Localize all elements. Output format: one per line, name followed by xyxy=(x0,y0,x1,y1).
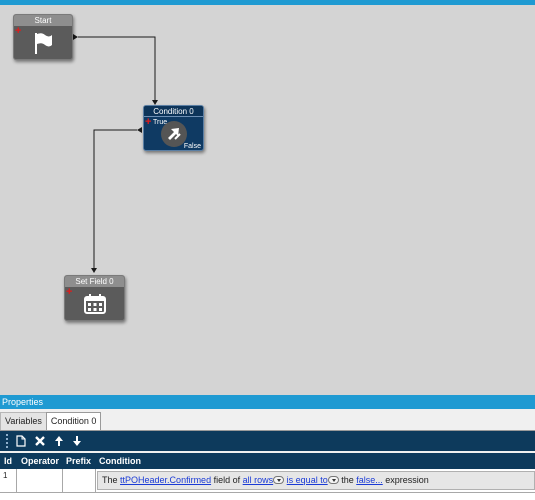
calendar-icon xyxy=(83,294,106,314)
field-link[interactable]: ttPOHeader.Confirmed xyxy=(120,475,211,485)
add-icon[interactable]: + xyxy=(15,26,21,37)
grid-header: Id Operator Prefix Condition xyxy=(0,453,535,469)
add-icon[interactable]: + xyxy=(145,117,151,128)
toolbar-grip xyxy=(6,434,8,448)
tab-condition-0[interactable]: Condition 0 xyxy=(45,412,102,430)
column-header-condition[interactable]: Condition xyxy=(99,453,141,469)
condition-expression: The ttPOHeader.Confirmed field of all ro… xyxy=(97,471,535,490)
condition-input-port xyxy=(137,127,142,133)
condition-node[interactable]: Condition 0 + True False xyxy=(143,105,204,151)
properties-panel-title: Properties xyxy=(0,395,535,409)
column-header-id[interactable]: Id xyxy=(4,453,12,469)
row-id: 1 xyxy=(3,471,8,480)
column-header-operator[interactable]: Operator xyxy=(21,453,59,469)
operator-dropdown-icon[interactable] xyxy=(327,475,339,484)
condition-grid: Id Operator Prefix Condition 1 The ttPOH… xyxy=(0,453,535,500)
node-title: Condition 0 xyxy=(144,106,203,117)
set-field-node[interactable]: Set Field 0 + xyxy=(64,275,125,321)
value-link[interactable]: false... xyxy=(356,475,383,485)
connector-start-condition xyxy=(78,36,156,100)
arrow-down-icon[interactable] xyxy=(72,435,82,447)
connector-condition-setfield xyxy=(93,129,137,268)
node-title: Start xyxy=(14,15,72,26)
scope-link[interactable]: all rows xyxy=(243,475,274,485)
scope-dropdown-icon[interactable] xyxy=(273,475,285,484)
properties-tabs: Variables Condition 0 xyxy=(0,412,102,430)
connector-arrowhead xyxy=(91,268,97,273)
flag-icon xyxy=(35,33,52,54)
add-icon[interactable]: + xyxy=(66,287,72,298)
arrow-up-icon[interactable] xyxy=(54,435,64,447)
workflow-connectors xyxy=(73,34,158,273)
node-title: Set Field 0 xyxy=(65,276,124,287)
properties-panel: Variables Condition 0 Id Operator Prefix… xyxy=(0,409,535,500)
start-output-port xyxy=(73,34,78,40)
delete-icon[interactable] xyxy=(34,435,46,447)
new-document-icon[interactable] xyxy=(16,435,26,447)
start-node[interactable]: Start + xyxy=(13,14,73,60)
condition-icon xyxy=(160,121,187,147)
condition-toolbar xyxy=(0,431,535,451)
operator-link[interactable]: is equal to xyxy=(287,475,328,485)
column-header-prefix[interactable]: Prefix xyxy=(66,453,91,469)
tab-variables[interactable]: Variables xyxy=(0,412,47,430)
